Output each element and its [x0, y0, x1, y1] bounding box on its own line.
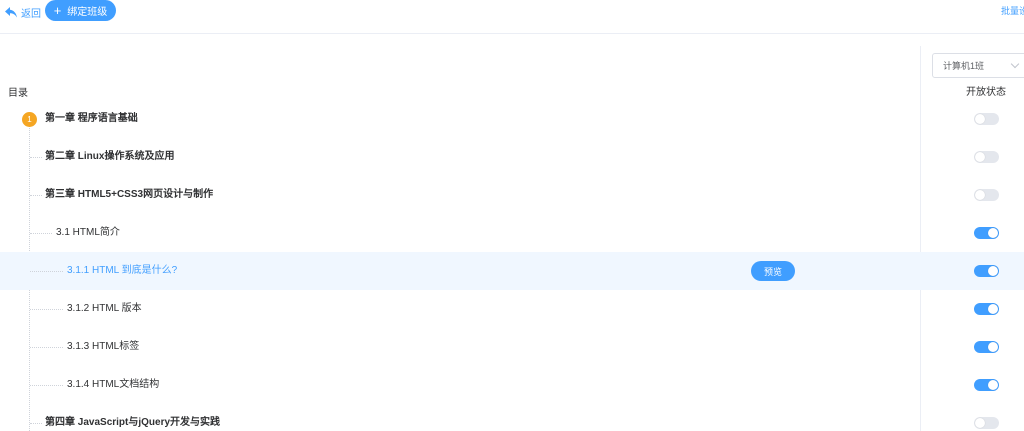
tree-connector	[30, 423, 42, 424]
tree-connector	[30, 233, 52, 234]
toggle-knob	[975, 418, 985, 428]
toggle-knob	[988, 380, 998, 390]
tree-connector	[30, 309, 63, 310]
catalog-row-chapter-4[interactable]: 第四章 JavaScript与jQuery开发与实践	[0, 404, 1024, 431]
open-status-toggle[interactable]	[974, 341, 999, 353]
catalog-row-label: 3.1 HTML简介	[56, 227, 120, 238]
class-select[interactable]: 计算机1班	[932, 53, 1024, 78]
catalog-row-section-3-1[interactable]: 3.1 HTML简介	[0, 214, 1024, 252]
catalog-title: 目录	[8, 88, 28, 99]
catalog-row-3-1-1[interactable]: 3.1.1 HTML 到底是什么? 预览	[0, 252, 1024, 290]
toggle-knob	[988, 266, 998, 276]
tree-connector	[30, 271, 63, 272]
open-status-toggle[interactable]	[974, 227, 999, 239]
catalog-row-label: 第二章 Linux操作系统及应用	[45, 151, 175, 162]
bind-class-label: 绑定班级	[67, 7, 108, 18]
preview-button[interactable]: 预览	[751, 261, 795, 281]
open-status-toggle[interactable]	[974, 189, 999, 201]
open-status-toggle[interactable]	[974, 417, 999, 429]
tree-connector	[30, 385, 63, 386]
plus-icon: +	[53, 3, 62, 18]
catalog-row-3-1-4[interactable]: 3.1.4 HTML文档结构	[0, 366, 1024, 404]
reply-arrow-icon	[5, 6, 17, 18]
toggle-knob	[975, 190, 985, 200]
toggle-knob	[988, 304, 998, 314]
catalog-row-label: 第一章 程序语言基础	[45, 113, 138, 124]
chevron-down-icon	[1010, 59, 1020, 69]
open-status-toggle[interactable]	[974, 379, 999, 391]
toggle-knob	[975, 152, 985, 162]
chapter-number-badge: 1	[22, 112, 37, 127]
top-toolbar: 返回 + 绑定班级 批量设置	[0, 0, 1024, 34]
catalog-row-label: 3.1.4 HTML文档结构	[67, 379, 160, 390]
tree-connector	[30, 195, 42, 196]
catalog-row-chapter-2[interactable]: 第二章 Linux操作系统及应用	[0, 138, 1024, 176]
toggle-knob	[975, 114, 985, 124]
catalog-row-label: 第三章 HTML5+CSS3网页设计与制作	[45, 189, 214, 200]
catalog-row-label: 3.1.1 HTML 到底是什么?	[67, 265, 178, 276]
open-status-toggle[interactable]	[974, 151, 999, 163]
back-label: 返回	[21, 8, 41, 20]
toggle-knob	[988, 342, 998, 352]
open-status-toggle[interactable]	[974, 113, 999, 125]
open-status-toggle[interactable]	[974, 265, 999, 277]
catalog-row-3-1-2[interactable]: 3.1.2 HTML 版本	[0, 290, 1024, 328]
catalog-row-label: 3.1.3 HTML标签	[67, 341, 140, 352]
catalog-row-label: 第四章 JavaScript与jQuery开发与实践	[45, 417, 221, 428]
open-status-toggle[interactable]	[974, 303, 999, 315]
catalog-row-3-1-3[interactable]: 3.1.3 HTML标签	[0, 328, 1024, 366]
tree-connector	[30, 347, 63, 348]
batch-settings-link[interactable]: 批量设置	[1001, 4, 1024, 17]
class-select-value: 计算机1班	[943, 61, 985, 71]
back-button[interactable]: 返回	[5, 3, 41, 21]
toggle-knob	[988, 228, 998, 238]
bind-class-button[interactable]: + 绑定班级	[45, 0, 116, 21]
open-status-header: 开放状态	[966, 87, 1006, 98]
catalog-row-chapter-1[interactable]: 第一章 程序语言基础	[0, 100, 1024, 138]
catalog-row-label: 3.1.2 HTML 版本	[67, 303, 142, 314]
catalog-row-chapter-3[interactable]: 第三章 HTML5+CSS3网页设计与制作	[0, 176, 1024, 214]
tree-connector	[30, 157, 42, 158]
